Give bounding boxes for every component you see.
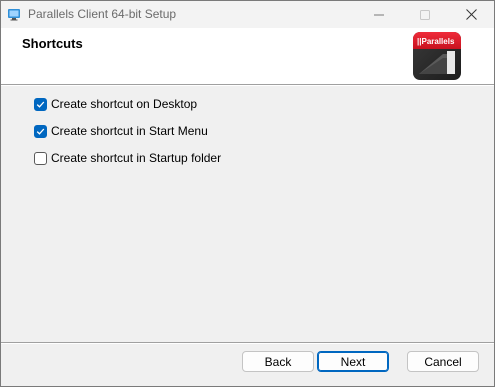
close-icon	[465, 9, 477, 20]
footer-divider-highlight	[1, 343, 494, 344]
desktop-shortcut-label[interactable]: Create shortcut on Desktop	[51, 97, 197, 111]
installer-icon	[8, 9, 20, 21]
minimize-icon	[374, 14, 384, 15]
start-menu-shortcut-label[interactable]: Create shortcut in Start Menu	[51, 124, 208, 138]
header-divider-highlight	[1, 85, 494, 86]
start-menu-shortcut-checkbox[interactable]	[34, 124, 47, 138]
back-button[interactable]: Back	[242, 351, 314, 372]
close-button[interactable]	[448, 1, 494, 28]
window-title: Parallels Client 64-bit Setup	[28, 7, 177, 21]
page-title: Shortcuts	[22, 36, 83, 51]
startup-folder-shortcut-checkbox[interactable]	[34, 151, 47, 165]
option-start-menu-shortcut[interactable]: Create shortcut in Start Menu	[34, 123, 208, 139]
checkmark-icon	[36, 101, 45, 108]
title-bar[interactable]: Parallels Client 64-bit Setup	[1, 1, 494, 28]
checkmark-icon	[36, 128, 45, 135]
header-banner: Shortcuts ||Parallels	[1, 28, 494, 84]
option-desktop-shortcut[interactable]: Create shortcut on Desktop	[34, 96, 197, 112]
cancel-button[interactable]: Cancel	[407, 351, 479, 372]
minimize-button[interactable]	[356, 1, 402, 28]
desktop-shortcut-checkbox[interactable]	[34, 97, 47, 111]
maximize-button[interactable]	[402, 1, 448, 28]
option-startup-folder-shortcut[interactable]: Create shortcut in Startup folder	[34, 150, 221, 166]
logo-wordmark: ||Parallels	[417, 37, 455, 46]
setup-window: Parallels Client 64-bit Setup Shortcuts	[0, 0, 495, 387]
startup-folder-shortcut-label[interactable]: Create shortcut in Startup folder	[51, 151, 221, 165]
next-button[interactable]: Next	[317, 351, 389, 372]
parallels-logo: ||Parallels	[413, 32, 461, 80]
maximize-icon	[420, 9, 430, 20]
